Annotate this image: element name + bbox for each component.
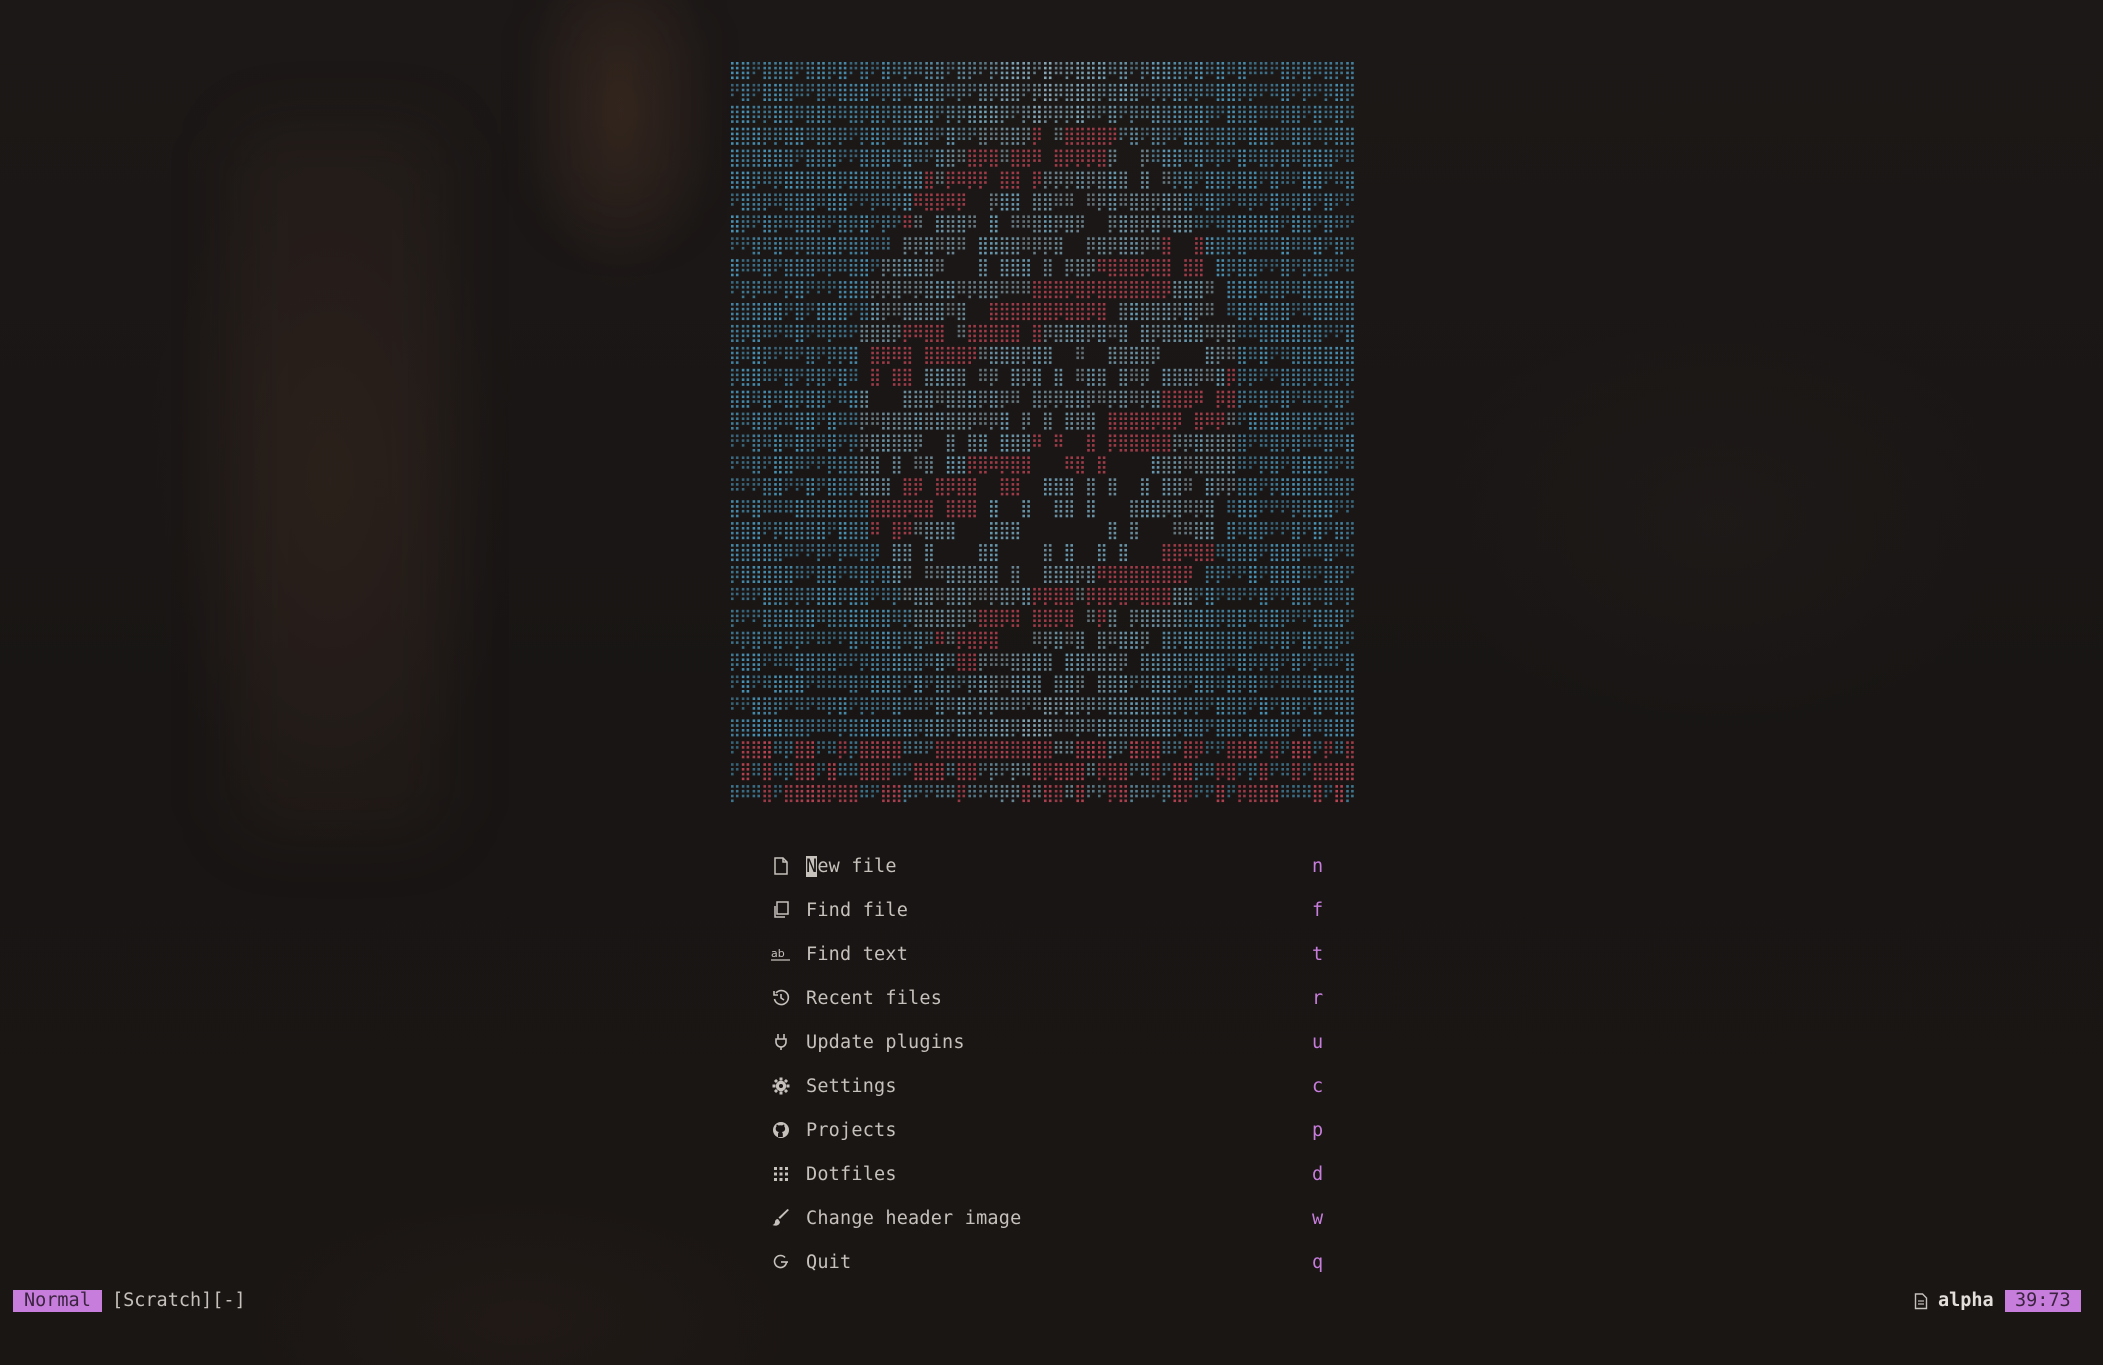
menu-item-recent-files[interactable]: Recent files r — [760, 976, 1330, 1020]
text-cursor: N — [806, 855, 818, 877]
menu-item-label-rest: ew file — [817, 855, 897, 877]
background-blur-shape — [230, 120, 450, 840]
ascii-art-canvas — [731, 62, 1354, 803]
background-blur-shape — [560, 0, 680, 220]
menu-item-shortcut: d — [1312, 1163, 1324, 1185]
menu-item-label: New file — [806, 855, 897, 877]
file-icon — [1914, 1293, 1928, 1315]
plug-icon — [770, 1031, 792, 1053]
menu-item-label: Quit — [806, 1251, 852, 1273]
ascii-header-image — [730, 60, 1356, 805]
file-icon — [770, 855, 792, 877]
grid-icon — [770, 1163, 792, 1185]
filetype-label: alpha — [1938, 1290, 1994, 1311]
dashboard-menu: New file n Find file f ab Find text t Re… — [760, 844, 1330, 1284]
mode-indicator: Normal — [13, 1290, 102, 1312]
menu-item-shortcut: r — [1312, 987, 1324, 1009]
history-icon — [770, 987, 792, 1009]
menu-item-quit[interactable]: Quit q — [760, 1240, 1330, 1284]
menu-item-shortcut: w — [1312, 1207, 1324, 1229]
menu-item-label: Recent files — [806, 987, 943, 1009]
brush-icon — [770, 1207, 792, 1229]
menu-item-label: Projects — [806, 1119, 897, 1141]
menu-item-label: Find file — [806, 899, 909, 921]
power-icon — [770, 1251, 792, 1273]
menu-item-new-file[interactable]: New file n — [760, 844, 1330, 888]
menu-item-label: Change header image — [806, 1207, 1022, 1229]
menu-item-shortcut: u — [1312, 1031, 1324, 1053]
menu-item-label: Find text — [806, 943, 909, 965]
menu-item-shortcut: n — [1312, 855, 1324, 877]
menu-item-shortcut: q — [1312, 1251, 1324, 1273]
menu-item-shortcut: c — [1312, 1075, 1324, 1097]
menu-item-find-file[interactable]: Find file f — [760, 888, 1330, 932]
menu-item-projects[interactable]: Projects p — [760, 1108, 1330, 1152]
copy-files-icon — [770, 899, 792, 921]
menu-item-label: Update plugins — [806, 1031, 965, 1053]
menu-item-shortcut: f — [1312, 899, 1324, 921]
menu-item-label: Settings — [806, 1075, 897, 1097]
menu-item-label: Dotfiles — [806, 1163, 897, 1185]
menu-item-shortcut: t — [1312, 943, 1324, 965]
menu-item-settings[interactable]: Settings c — [760, 1064, 1330, 1108]
menu-item-update-plugins[interactable]: Update plugins u — [760, 1020, 1330, 1064]
menu-item-change-header-image[interactable]: Change header image w — [760, 1196, 1330, 1240]
menu-item-dotfiles[interactable]: Dotfiles d — [760, 1152, 1330, 1196]
gear-icon — [770, 1075, 792, 1097]
buffer-name: [Scratch][-] — [112, 1290, 246, 1311]
statusline: Normal [Scratch][-] alpha 39:73 — [0, 1288, 2103, 1314]
menu-item-shortcut: p — [1312, 1119, 1324, 1141]
cursor-position: 39:73 — [2005, 1290, 2081, 1312]
github-icon — [770, 1119, 792, 1141]
menu-item-find-text[interactable]: ab Find text t — [760, 932, 1330, 976]
text-search-icon: ab — [770, 943, 792, 965]
